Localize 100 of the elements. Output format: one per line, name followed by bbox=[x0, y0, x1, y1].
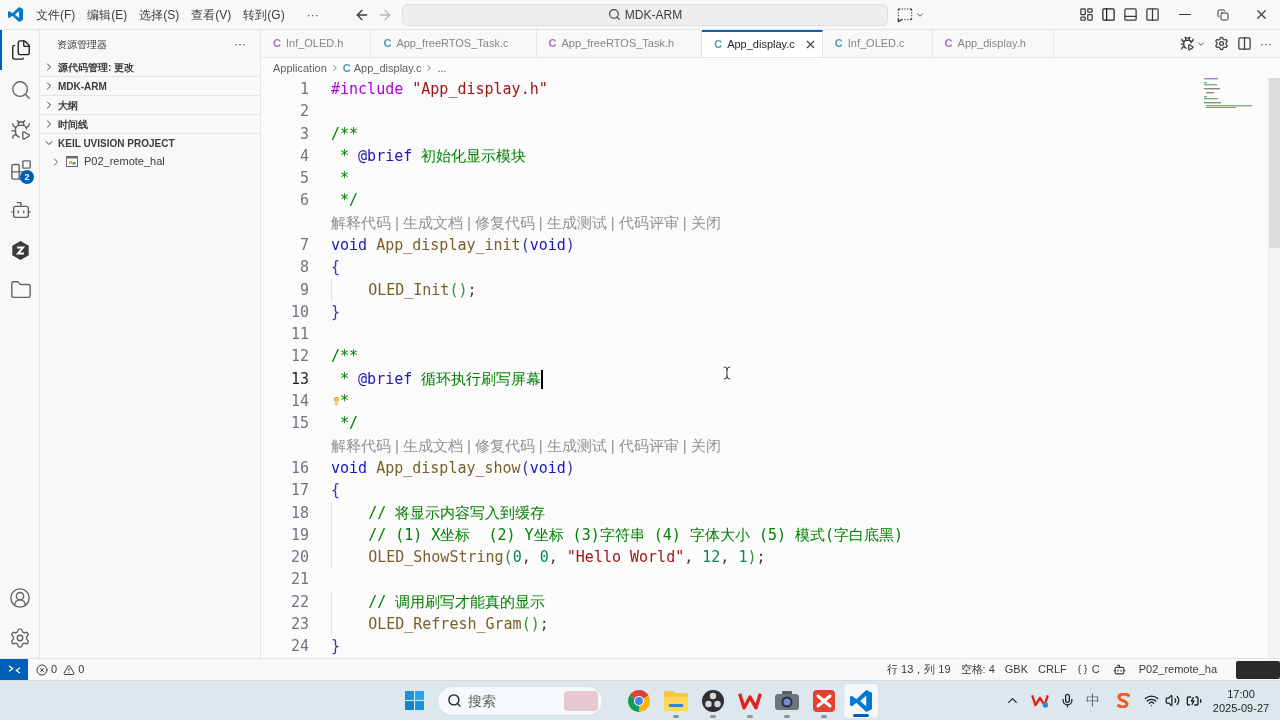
line-number: 2 bbox=[298, 101, 309, 123]
robot-icon bbox=[9, 199, 32, 221]
breadcrumb-item[interactable]: ... bbox=[437, 59, 447, 77]
more-actions-button[interactable]: ··· bbox=[1260, 37, 1272, 50]
section-header[interactable]: MDK-ARM bbox=[40, 77, 260, 95]
split-columns-icon[interactable] bbox=[1144, 7, 1160, 22]
left-panel-icon[interactable] bbox=[1100, 7, 1116, 22]
play-bug-icon[interactable] bbox=[1180, 36, 1195, 51]
chat-bubble-icon[interactable] bbox=[897, 6, 913, 23]
file-type-icon: C bbox=[342, 59, 351, 77]
menu-item[interactable]: 文件(F) bbox=[30, 3, 82, 26]
file-type-icon: C bbox=[273, 35, 281, 52]
file-type-icon: C bbox=[714, 36, 723, 53]
editor-tab[interactable]: C App_display.c bbox=[702, 30, 823, 57]
microphone-icon bbox=[1059, 693, 1075, 708]
scrollbar-thumb[interactable] bbox=[1269, 78, 1280, 248]
code-line: { bbox=[331, 257, 341, 279]
line-number: 11 bbox=[289, 324, 309, 346]
pipe-separator: | bbox=[465, 435, 472, 456]
zigzag-logo-icon bbox=[738, 691, 762, 710]
pipe-separator: | bbox=[681, 435, 688, 456]
code-line: * bbox=[340, 391, 350, 413]
section-header[interactable]: 时间线 bbox=[40, 115, 260, 133]
highlight-picture-placeholder bbox=[563, 690, 598, 711]
more-actions-button[interactable]: ··· bbox=[234, 38, 246, 50]
code-line: * @brief 循环执行刷写屏幕 bbox=[340, 368, 542, 390]
clock-time: 17:00 bbox=[1227, 686, 1255, 701]
split-editor-icon[interactable] bbox=[1237, 36, 1252, 51]
code-line: { bbox=[331, 480, 341, 502]
breadcrumb-item[interactable]: App_display.c bbox=[353, 59, 422, 77]
command-center-search[interactable]: MDK-ARM bbox=[402, 3, 888, 26]
sticker-picture-placeholder bbox=[1236, 660, 1280, 679]
running-indicator bbox=[821, 714, 827, 718]
notification-count: 2 bbox=[20, 170, 34, 184]
pipe-separator: | bbox=[537, 212, 544, 233]
file-type-icon: C bbox=[834, 35, 843, 52]
menu-item[interactable]: 查看(V) bbox=[185, 3, 238, 26]
input-method-button[interactable]: 中 bbox=[1080, 685, 1106, 716]
menu-item[interactable]: 选择(S) bbox=[133, 3, 186, 26]
problems-button[interactable]: 0 0 bbox=[34, 659, 87, 680]
camera-icon bbox=[775, 691, 799, 710]
search-icon bbox=[9, 79, 32, 101]
section-header[interactable]: 源代码管理: 更改 bbox=[40, 58, 260, 76]
taskbar-app-button[interactable] bbox=[843, 682, 879, 719]
line-number: 8 bbox=[298, 257, 309, 279]
windows-logo-icon bbox=[405, 691, 424, 710]
status-item[interactable]: CRLF bbox=[1033, 659, 1072, 680]
settings-icon[interactable] bbox=[1214, 36, 1229, 51]
line-number: 19 bbox=[289, 524, 309, 546]
code-line: // 将显示内容写入到缓存 bbox=[368, 502, 546, 524]
status-item[interactable]: P02_remote_ha bbox=[1133, 659, 1222, 680]
line-number: 6 bbox=[298, 190, 309, 212]
code-line: void App_display_show(void) bbox=[331, 457, 575, 479]
status-item[interactable]: GBK bbox=[999, 659, 1034, 680]
tree-item[interactable]: P02_remote_hal bbox=[40, 152, 260, 171]
logo-icon bbox=[7, 7, 23, 22]
line-number: 16 bbox=[289, 457, 309, 479]
minimap bbox=[1204, 78, 1252, 108]
running-indicator bbox=[784, 714, 790, 718]
code-line: // (1) X坐标 (2) Y坐标 (3)字符串 (4) 字体大小 (5) 模式(字白底黑) bbox=[368, 524, 904, 546]
pipe-separator: | bbox=[609, 435, 616, 456]
line-number: 23 bbox=[289, 614, 309, 636]
line-number: 4 bbox=[298, 145, 309, 167]
running-indicator bbox=[673, 714, 679, 718]
section-header[interactable]: KEIL UVISION PROJECT bbox=[40, 134, 260, 152]
file-type-icon: C bbox=[548, 35, 557, 52]
line-number: 22 bbox=[289, 591, 309, 613]
code-line: /** bbox=[331, 123, 359, 145]
file-type-icon: C bbox=[944, 35, 953, 52]
code-line: OLED_Init(); bbox=[368, 279, 477, 301]
menu-item[interactable]: 转到(G) bbox=[237, 3, 291, 26]
menu-item[interactable]: 编辑(E) bbox=[81, 3, 134, 26]
code-line: } bbox=[331, 636, 341, 658]
status-item[interactable]: 行 13，列 19 bbox=[881, 659, 956, 680]
hexagon-icon bbox=[11, 240, 30, 260]
search-field[interactable]: 搜索 bbox=[436, 685, 603, 716]
remote-button[interactable] bbox=[0, 659, 28, 680]
settings-icon bbox=[8, 627, 31, 649]
sidebar-title: 资源管理器 bbox=[57, 37, 107, 52]
line-number: 12 bbox=[289, 346, 309, 368]
bottom-panel-icon[interactable] bbox=[1122, 7, 1138, 22]
language-status[interactable]: C bbox=[1071, 659, 1105, 680]
activity-bar-tab[interactable]: 2 bbox=[0, 150, 39, 190]
code-line: } bbox=[331, 301, 341, 323]
logo-icon bbox=[850, 689, 872, 712]
status-item[interactable]: 空格: 4 bbox=[955, 659, 1000, 680]
code-line: */ bbox=[340, 413, 359, 435]
running-indicator bbox=[853, 713, 869, 717]
section-header[interactable]: 大纲 bbox=[40, 96, 260, 114]
search-input[interactable]: 搜索 bbox=[467, 689, 558, 712]
clock-button[interactable]: 17:00 2025-09-27 bbox=[1206, 682, 1276, 719]
three-dot-circle-icon bbox=[702, 689, 724, 712]
error-icon bbox=[36, 663, 48, 676]
clock-date: 2025-09-27 bbox=[1212, 700, 1270, 715]
more-menu-button[interactable]: ··· bbox=[302, 3, 323, 26]
code-line: OLED_ShowString(0, 0, "Hello World", 12, 1); bbox=[368, 547, 766, 569]
pipe-separator: | bbox=[609, 212, 616, 233]
layout-grid-icon[interactable] bbox=[1078, 7, 1094, 22]
pipe-separator: | bbox=[465, 212, 472, 233]
breadcrumb-item[interactable]: Application bbox=[273, 59, 327, 77]
